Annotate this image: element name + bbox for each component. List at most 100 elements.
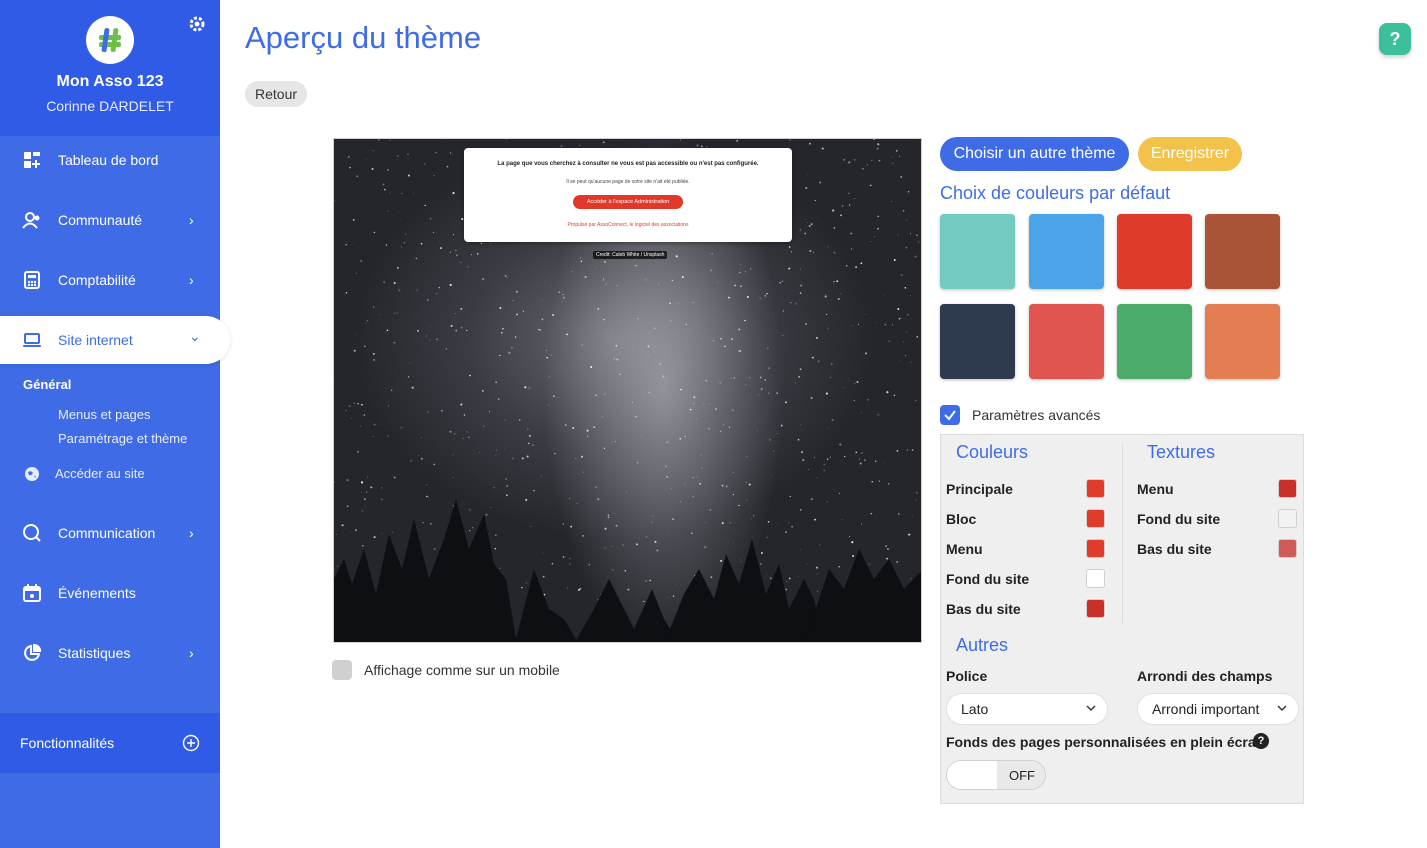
- color-swatch[interactable]: [940, 304, 1015, 379]
- preview-admin-button: Accéder à l'espace Administration: [573, 195, 683, 209]
- preview-card-text: Il se peut qu'aucune page de votre site …: [566, 179, 690, 185]
- default-colors-title: Choix de couleurs par défaut: [940, 183, 1171, 203]
- others-section-title: Autres: [956, 635, 1009, 655]
- color-picker-principal[interactable]: [1086, 479, 1105, 498]
- color-swatch[interactable]: [1205, 304, 1280, 379]
- back-button[interactable]: Retour: [245, 81, 308, 107]
- chevron-right-icon: ›: [189, 525, 194, 541]
- access-site-link[interactable]: Accéder au site: [24, 465, 220, 485]
- color-option-label: Fond du site: [946, 571, 1030, 587]
- sidebar-item-events[interactable]: Événements: [0, 569, 220, 617]
- dashboard-icon: [22, 150, 42, 170]
- asso-logo[interactable]: [86, 16, 134, 64]
- color-picker-bloc[interactable]: [1086, 509, 1105, 528]
- toggle-knob: [947, 761, 997, 789]
- community-icon: [22, 210, 42, 230]
- chevron-down-icon: [1086, 705, 1096, 711]
- preview-card-footer: Propulsé par AssoConnect, le logiciel de…: [567, 222, 689, 228]
- chevron-down-icon: [1277, 705, 1287, 711]
- sidebar-item-community[interactable]: Communauté ›: [0, 196, 220, 244]
- texture-option-label: Menu: [1137, 481, 1174, 497]
- plus-circle-icon: [182, 734, 200, 752]
- sidebar-item-label: Comptabilité: [58, 272, 136, 288]
- color-swatch[interactable]: [1029, 304, 1104, 379]
- features-label: Fonctionnalités: [20, 735, 115, 751]
- save-button[interactable]: Enregistrer: [1138, 137, 1242, 171]
- color-picker-menu[interactable]: [1086, 539, 1105, 558]
- mobile-preview-label: Affichage comme sur un mobile: [364, 662, 560, 678]
- fullscreen-backgrounds-label: Fonds des pages personnalisées en plein …: [946, 734, 1265, 750]
- texture-option-label: Bas du site: [1137, 541, 1212, 557]
- advanced-settings-label: Paramètres avancés: [972, 407, 1101, 423]
- fullscreen-toggle[interactable]: OFF: [946, 760, 1046, 790]
- page-title: Aperçu du thème: [245, 20, 482, 55]
- mobile-preview-checkbox[interactable]: [332, 660, 352, 680]
- help-question-icon[interactable]: ?: [1253, 733, 1269, 749]
- choose-theme-button[interactable]: Choisir un autre thème: [940, 137, 1129, 171]
- theme-preview: La page que vous cherchez à consulter ne…: [333, 138, 922, 643]
- user-name: Corinne DARDELET: [46, 98, 174, 114]
- color-option-label: Bloc: [946, 511, 977, 527]
- font-select-value: Lato: [961, 701, 989, 717]
- checkmark-icon: [944, 410, 956, 421]
- advanced-settings-panel: Couleurs Principale Bloc Menu Fond du si…: [940, 434, 1304, 804]
- sidebar-header: Mon Asso 123 Corinne DARDELET: [0, 0, 220, 136]
- sidebar-item-label: Site internet: [58, 332, 133, 348]
- sidebar-item-communication[interactable]: Communication ›: [0, 509, 220, 557]
- rounding-label: Arrondi des champs: [1137, 668, 1273, 684]
- textures-section-title: Textures: [1147, 442, 1216, 462]
- sidebar-item-label: Événements: [58, 585, 136, 601]
- color-option-label: Bas du site: [946, 601, 1021, 617]
- sidebar-item-statistics[interactable]: Statistiques ›: [0, 629, 220, 677]
- texture-picker-site-background[interactable]: [1278, 509, 1297, 528]
- column-divider: [1122, 443, 1123, 623]
- preview-card-title: La page que vous cherchez à consulter ne…: [497, 161, 759, 167]
- sidebar-item-label: Communication: [58, 525, 156, 541]
- color-picker-footer[interactable]: [1086, 599, 1105, 618]
- color-option-label: Principale: [946, 481, 1013, 497]
- calendar-icon: [22, 583, 42, 603]
- color-swatch[interactable]: [1117, 214, 1192, 289]
- texture-picker-footer[interactable]: [1278, 539, 1297, 558]
- chart-pie-icon: [22, 643, 42, 663]
- globe-icon: [24, 466, 40, 485]
- chevron-right-icon: ›: [189, 212, 194, 228]
- advanced-settings-checkbox[interactable]: [940, 405, 960, 425]
- laptop-icon: [22, 330, 42, 350]
- sidebar-item-dashboard[interactable]: Tableau de bord: [0, 136, 220, 184]
- sidebar-item-label: Statistiques: [58, 645, 131, 661]
- submenu-link-settings-theme[interactable]: Paramétrage et thème: [58, 431, 187, 446]
- access-site-label: Accéder au site: [55, 466, 145, 481]
- features-button[interactable]: Fonctionnalités: [0, 713, 220, 773]
- photo-credit: Credit: Caleb White / Unsplash: [593, 251, 668, 259]
- font-label: Police: [946, 668, 988, 684]
- texture-option-label: Fond du site: [1137, 511, 1221, 527]
- sidebar-item-label: Tableau de bord: [58, 152, 159, 168]
- calculator-icon: [22, 270, 42, 290]
- chevron-right-icon: ›: [189, 272, 194, 288]
- colors-section-title: Couleurs: [956, 442, 1029, 462]
- sidebar-item-website[interactable]: Site internet ⌄: [0, 316, 230, 364]
- asso-name: Mon Asso 123: [56, 73, 164, 90]
- submenu-link-menus-pages[interactable]: Menus et pages: [58, 407, 151, 422]
- color-swatch[interactable]: [1029, 214, 1104, 289]
- chat-icon: [22, 523, 42, 543]
- sidebar: Mon Asso 123 Corinne DARDELET Tableau de…: [0, 0, 230, 848]
- sidebar-item-label: Communauté: [58, 212, 143, 228]
- rounding-select[interactable]: Arrondi important: [1137, 693, 1299, 725]
- sidebar-item-accounting[interactable]: Comptabilité ›: [0, 256, 220, 304]
- font-select[interactable]: Lato: [946, 693, 1108, 725]
- color-picker-site-background[interactable]: [1086, 569, 1105, 588]
- color-swatch[interactable]: [1205, 214, 1280, 289]
- settings-gear-icon[interactable]: [187, 14, 207, 34]
- submenu-title: Général: [23, 377, 72, 392]
- chevron-right-icon: ›: [189, 645, 194, 661]
- help-button[interactable]: ?: [1379, 23, 1411, 55]
- color-swatch[interactable]: [940, 214, 1015, 289]
- rounding-select-value: Arrondi important: [1152, 701, 1260, 717]
- texture-picker-menu[interactable]: [1278, 479, 1297, 498]
- chevron-down-icon: ⌄: [189, 328, 201, 344]
- preview-notice-card: La page que vous cherchez à consulter ne…: [464, 148, 792, 242]
- toggle-off-label: OFF: [997, 761, 1045, 789]
- color-swatch[interactable]: [1117, 304, 1192, 379]
